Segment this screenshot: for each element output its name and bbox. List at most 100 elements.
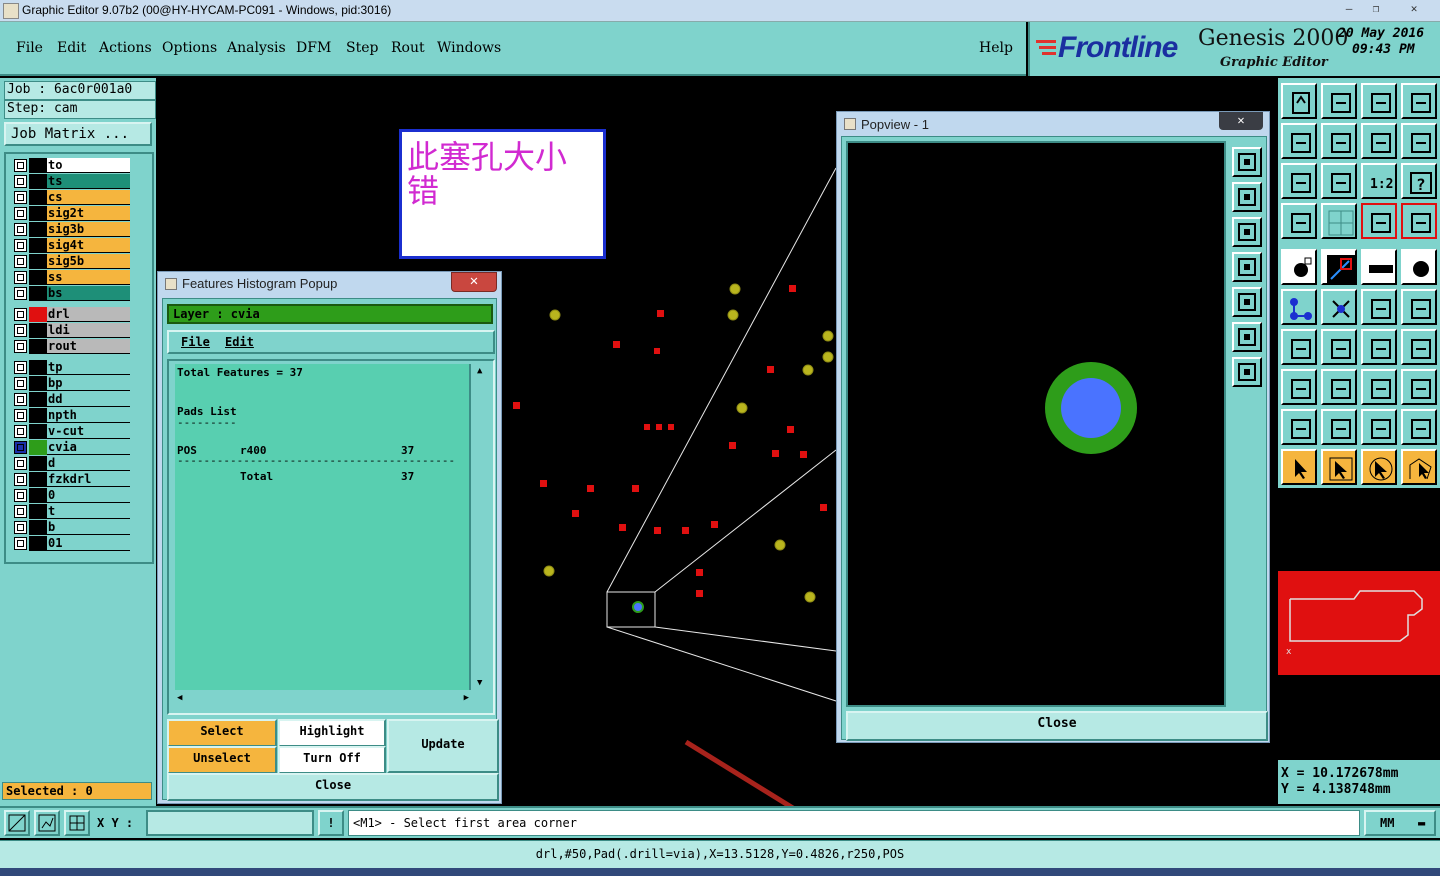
layer-row-cvia[interactable]: cvia <box>14 440 130 455</box>
popview-up-icon[interactable] <box>1232 182 1262 212</box>
layer-name[interactable]: npth <box>47 408 130 423</box>
zoom-1to2-icon[interactable]: 1:2 <box>1361 163 1397 199</box>
layer-row-rout[interactable]: rout <box>14 339 130 354</box>
help-icon[interactable]: ? <box>1401 163 1437 199</box>
overview-map[interactable]: x <box>1278 488 1440 758</box>
menu-edit[interactable]: Edit <box>57 40 86 56</box>
layer-row-ldi[interactable]: ldi <box>14 323 130 338</box>
scroll-up-icon[interactable]: ▲ <box>477 366 482 376</box>
layer-checkbox[interactable] <box>14 505 27 518</box>
alert-icon[interactable]: ! <box>318 810 344 836</box>
histogram-close-icon[interactable]: ✕ <box>451 272 497 292</box>
layer-name[interactable]: drl <box>47 307 130 322</box>
layer-name[interactable]: v-cut <box>47 424 130 439</box>
grid-icon[interactable] <box>1321 203 1357 239</box>
layer-color-swatch[interactable] <box>29 323 47 338</box>
layer-row-sig2t[interactable]: sig2t <box>14 206 130 221</box>
menu-windows[interactable]: Windows <box>437 40 501 56</box>
layer-checkbox[interactable] <box>14 207 27 220</box>
report-hscrollbar[interactable]: ◀ ▶ <box>175 693 471 707</box>
scroll-left-icon[interactable]: ◀ <box>177 693 182 703</box>
layer-checkbox[interactable] <box>14 271 27 284</box>
layer-checkbox[interactable] <box>14 175 27 188</box>
polygon-2-icon[interactable] <box>1321 409 1357 445</box>
histogram-close-button[interactable]: Close <box>167 773 499 801</box>
popview-left-icon[interactable] <box>1232 252 1262 282</box>
line-edit-icon[interactable] <box>1321 329 1357 365</box>
pointer-poly-icon[interactable] <box>1401 449 1437 485</box>
layer-row-dd[interactable]: dd <box>14 392 130 407</box>
layer-row-sig5b[interactable]: sig5b <box>14 254 130 269</box>
close-icon[interactable]: ✕ <box>1398 1 1430 17</box>
layer-row-tp[interactable]: tp <box>14 360 130 375</box>
layer-checkbox[interactable] <box>14 409 27 422</box>
histogram-menu-file[interactable]: File <box>181 335 210 349</box>
layer-row-ss[interactable]: ss <box>14 270 130 285</box>
layer-color-swatch[interactable] <box>29 254 47 269</box>
layer-checkbox[interactable] <box>14 521 27 534</box>
zoom-fit-x-icon[interactable] <box>1361 123 1397 159</box>
layer-checkbox[interactable] <box>14 489 27 502</box>
layer-color-swatch[interactable] <box>29 408 47 423</box>
popview-right-icon[interactable] <box>1232 287 1262 317</box>
popview-close-icon[interactable]: ✕ <box>1219 112 1263 130</box>
layer-checkbox[interactable] <box>14 191 27 204</box>
zoom-fit-y-icon[interactable] <box>1401 123 1437 159</box>
zoom-center-icon[interactable] <box>1321 163 1357 199</box>
layer-row-t[interactable]: t <box>14 504 130 519</box>
pointer-circle-icon[interactable] <box>1361 449 1397 485</box>
layer-row-ts[interactable]: ts <box>14 174 130 189</box>
delete-icon[interactable] <box>1321 289 1357 325</box>
scroll-right-icon[interactable]: ▶ <box>464 693 469 703</box>
layer-name[interactable]: 01 <box>47 536 130 551</box>
layer-color-swatch[interactable] <box>29 376 47 391</box>
layer-color-swatch[interactable] <box>29 440 47 455</box>
job-matrix-button[interactable]: Job Matrix ... <box>4 122 152 146</box>
arc-icon[interactable] <box>1361 329 1397 365</box>
zoom-home-icon[interactable] <box>1281 83 1317 119</box>
layer-compare-icon[interactable] <box>1361 203 1397 239</box>
layer-name[interactable]: dd <box>47 392 130 407</box>
menu-step[interactable]: Step <box>346 40 378 56</box>
scroll-down-icon[interactable]: ▼ <box>477 678 482 688</box>
layer-checkbox[interactable] <box>14 457 27 470</box>
layer-color-swatch[interactable] <box>29 488 47 503</box>
maximize-icon[interactable]: ❐ <box>1363 1 1389 17</box>
layer-checkbox[interactable] <box>14 239 27 252</box>
layer-row-npth[interactable]: npth <box>14 408 130 423</box>
popview-center-icon[interactable] <box>1232 357 1262 387</box>
pan-right-icon[interactable] <box>1321 123 1357 159</box>
report-vscrollbar[interactable]: ▲ ▼ <box>475 364 491 690</box>
popview-canvas[interactable] <box>846 141 1226 707</box>
layer-name[interactable]: d <box>47 456 130 471</box>
text-icon[interactable] <box>1401 329 1437 365</box>
menu-file[interactable]: File <box>16 40 43 56</box>
layer-name[interactable]: sig5b <box>47 254 130 269</box>
layer-name[interactable]: b <box>47 520 130 535</box>
snap-tool-icon[interactable] <box>4 810 30 836</box>
measure-tool-icon[interactable] <box>34 810 60 836</box>
zoom-page-icon[interactable] <box>1361 83 1397 119</box>
layer-color-swatch[interactable] <box>29 270 47 285</box>
select-net-icon[interactable] <box>1281 289 1317 325</box>
round-pad-icon[interactable] <box>1401 249 1437 285</box>
layer-checkbox[interactable] <box>14 473 27 486</box>
layer-row-sig3b[interactable]: sig3b <box>14 222 130 237</box>
layer-row-bp[interactable]: bp <box>14 376 130 391</box>
layer-row-drl[interactable]: drl <box>14 307 130 322</box>
menu-dfm[interactable]: DFM <box>296 40 331 56</box>
menu-options[interactable]: Options <box>162 40 217 56</box>
layer-name[interactable]: cvia <box>47 440 130 455</box>
layer-row-to[interactable]: to <box>14 158 130 173</box>
layer-color-swatch[interactable] <box>29 190 47 205</box>
layer-color-swatch[interactable] <box>29 520 47 535</box>
layer-color-swatch[interactable] <box>29 307 47 322</box>
clear-screen-icon[interactable] <box>1281 203 1317 239</box>
layer-row-d[interactable]: d <box>14 456 130 471</box>
highlight-button[interactable]: Highlight <box>278 719 386 747</box>
xy-input[interactable] <box>146 810 314 836</box>
line-angle-icon[interactable] <box>1281 329 1317 365</box>
layer-name[interactable]: tp <box>47 360 130 375</box>
layer-name[interactable]: sig4t <box>47 238 130 253</box>
move-pad-icon[interactable] <box>1281 369 1317 405</box>
